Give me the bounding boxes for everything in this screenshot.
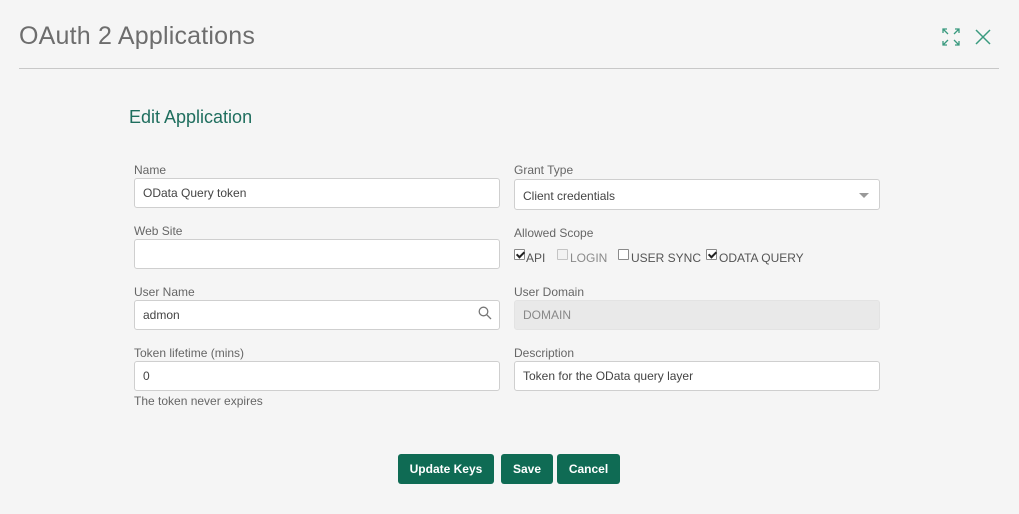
scope-odata-query-label: ODATA QUERY xyxy=(719,251,804,265)
username-label: User Name xyxy=(134,285,195,299)
token-lifetime-hint: The token never expires xyxy=(134,394,263,408)
chevron-down-icon xyxy=(859,193,869,198)
name-input[interactable] xyxy=(134,178,500,208)
save-button[interactable]: Save xyxy=(501,454,553,484)
grant-type-value: Client credentials xyxy=(523,189,616,203)
cancel-button[interactable]: Cancel xyxy=(557,454,620,484)
description-input[interactable] xyxy=(514,361,880,391)
token-lifetime-input[interactable] xyxy=(134,361,500,391)
search-icon[interactable] xyxy=(478,306,492,320)
user-domain-input xyxy=(514,300,880,330)
grant-type-label: Grant Type xyxy=(514,163,574,177)
allowed-scope-label: Allowed Scope xyxy=(514,226,594,240)
website-input[interactable] xyxy=(134,239,500,269)
dialog-header: OAuth 2 Applications xyxy=(19,0,999,69)
checkbox-checked-icon xyxy=(706,249,717,260)
dialog-title: OAuth 2 Applications xyxy=(19,22,256,50)
description-label: Description xyxy=(514,346,575,360)
grant-type-select[interactable]: Client credentials xyxy=(514,179,880,210)
scope-api-label: API xyxy=(526,251,546,265)
section-title: Edit Application xyxy=(129,107,253,127)
close-icon[interactable] xyxy=(973,27,993,47)
token-lifetime-label: Token lifetime (mins) xyxy=(134,346,245,360)
website-label: Web Site xyxy=(134,224,183,238)
username-input[interactable] xyxy=(134,300,500,330)
scope-user-sync-label: USER SYNC xyxy=(631,251,702,265)
checkbox-unchecked-icon xyxy=(618,249,629,260)
scope-login-label: LOGIN xyxy=(570,251,608,265)
checkbox-disabled-icon xyxy=(557,249,568,260)
name-label: Name xyxy=(134,163,167,177)
checkbox-checked-icon xyxy=(514,249,525,260)
update-keys-button[interactable]: Update Keys xyxy=(398,454,494,484)
expand-icon[interactable] xyxy=(941,27,961,47)
user-domain-label: User Domain xyxy=(514,285,585,299)
